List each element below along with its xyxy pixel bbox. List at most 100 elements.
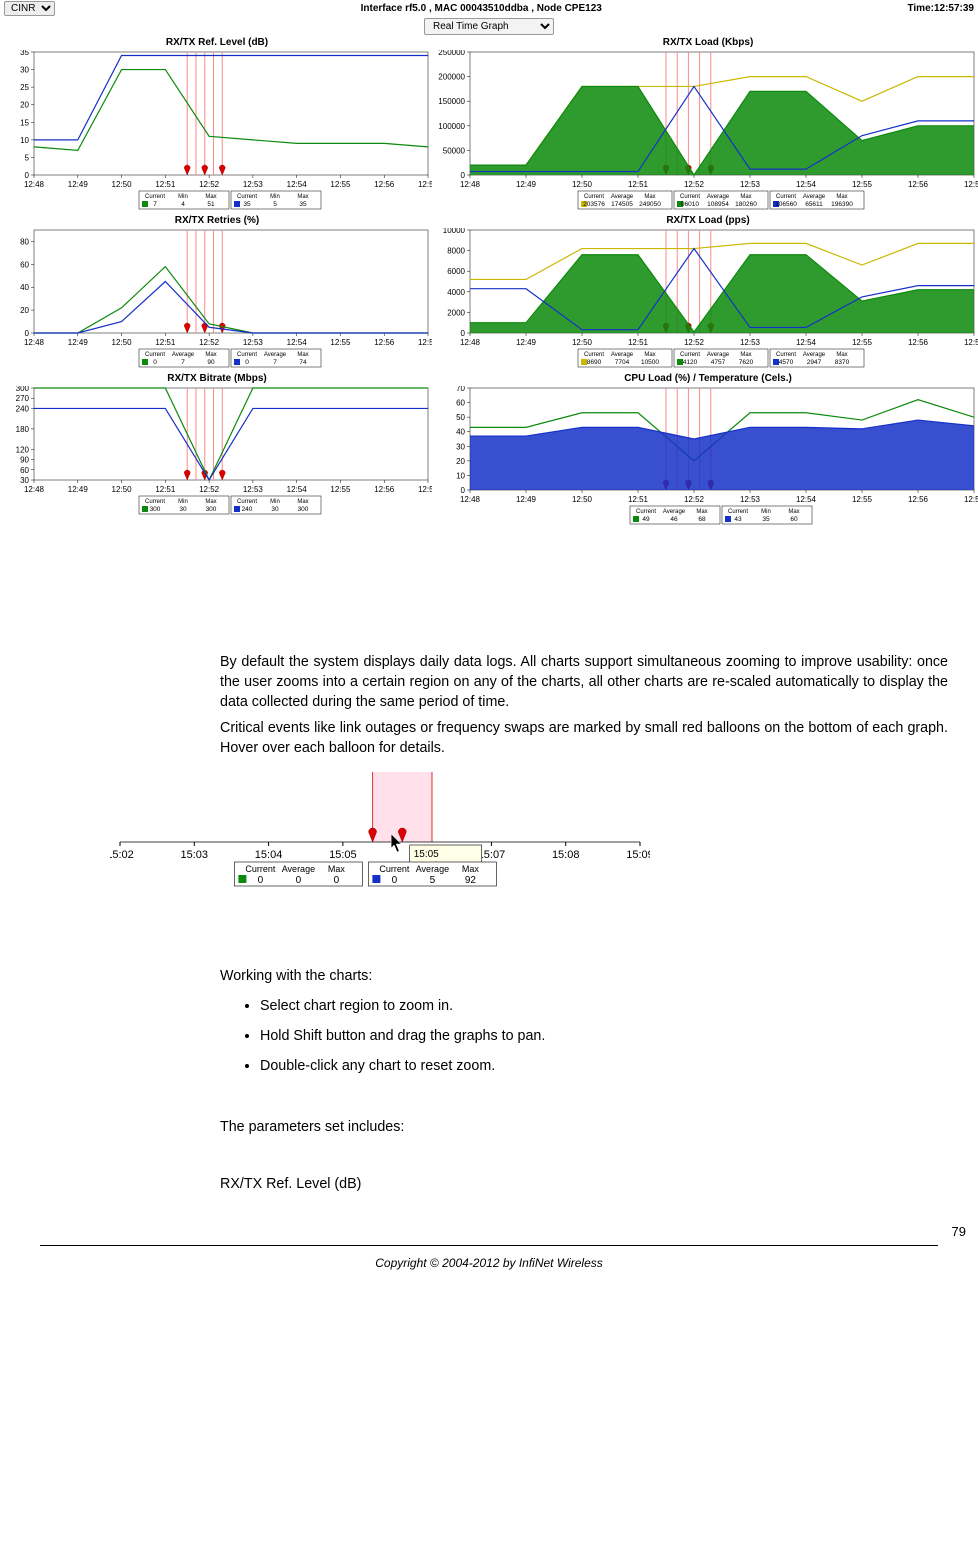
chart-load-kbps[interactable]: RX/TX Load (Kbps) 0500001000001500002000…	[438, 37, 978, 215]
svg-text:12:49: 12:49	[68, 180, 89, 189]
svg-text:12:48: 12:48	[460, 338, 481, 347]
svg-text:12:56: 12:56	[374, 180, 395, 189]
chart-retries[interactable]: RX/TX Retries (%) 02040608012:4812:4912:…	[2, 215, 432, 373]
svg-text:12:55: 12:55	[852, 180, 873, 189]
svg-text:12:51: 12:51	[155, 485, 176, 494]
svg-text:7620: 7620	[739, 359, 754, 366]
svg-text:12:51: 12:51	[628, 495, 649, 504]
svg-text:Max: Max	[836, 194, 847, 200]
svg-text:12:54: 12:54	[287, 180, 308, 189]
svg-text:0: 0	[25, 171, 30, 180]
svg-text:300: 300	[16, 386, 30, 393]
svg-text:Current: Current	[145, 194, 165, 200]
graph-mode-select[interactable]: Real Time Graph	[424, 18, 554, 35]
svg-text:Min: Min	[270, 499, 280, 505]
svg-text:270: 270	[16, 394, 30, 403]
svg-text:4000: 4000	[447, 288, 465, 297]
svg-text:12:56: 12:56	[908, 338, 929, 347]
svg-text:30: 30	[20, 66, 29, 75]
svg-text:7: 7	[181, 359, 185, 366]
svg-text:12:52: 12:52	[199, 338, 220, 347]
svg-text:Max: Max	[205, 499, 216, 505]
svg-text:12:56: 12:56	[374, 338, 395, 347]
svg-text:0: 0	[25, 329, 30, 338]
svg-text:20: 20	[20, 101, 29, 110]
svg-text:Current: Current	[636, 509, 656, 515]
svg-text:15:04: 15:04	[255, 849, 283, 861]
chart-bitrate[interactable]: RX/TX Bitrate (Mbps) 3060901201802402703…	[2, 373, 432, 526]
svg-text:Average: Average	[282, 864, 315, 874]
svg-text:Current: Current	[145, 499, 165, 505]
svg-text:12:54: 12:54	[796, 495, 817, 504]
svg-text:12:56: 12:56	[908, 495, 929, 504]
svg-text:50: 50	[456, 413, 465, 422]
time-label: Time:12:57:39	[907, 3, 974, 14]
graph-mode-bar: Real Time Graph	[0, 16, 978, 35]
svg-text:0: 0	[153, 359, 157, 366]
list-item: Select chart region to zoom in.	[260, 996, 948, 1016]
chart-ref-level[interactable]: RX/TX Ref. Level (dB) 0510152025303512:4…	[2, 37, 432, 215]
svg-text:12:48: 12:48	[460, 180, 481, 189]
svg-text:35: 35	[20, 50, 29, 57]
chart-load-pps[interactable]: RX/TX Load (pps) 02000400060008000100001…	[438, 215, 978, 373]
chart-cpu-temp[interactable]: CPU Load (%) / Temperature (Cels.) 01020…	[438, 373, 978, 526]
svg-text:Max: Max	[328, 864, 346, 874]
svg-text:0: 0	[461, 486, 466, 495]
svg-text:Max: Max	[644, 194, 655, 200]
svg-text:15:03: 15:03	[181, 849, 209, 861]
svg-text:Max: Max	[462, 864, 480, 874]
svg-text:68: 68	[698, 516, 706, 523]
svg-text:200000: 200000	[438, 73, 465, 82]
svg-text:Current: Current	[245, 864, 276, 874]
svg-text:60: 60	[20, 260, 29, 269]
svg-text:Current: Current	[145, 352, 165, 358]
svg-text:12:51: 12:51	[628, 180, 649, 189]
svg-text:120: 120	[16, 445, 30, 454]
svg-text:300: 300	[150, 506, 161, 513]
svg-text:7704: 7704	[615, 359, 630, 366]
svg-text:5: 5	[25, 153, 30, 162]
svg-text:12:51: 12:51	[155, 180, 176, 189]
svg-text:15:08: 15:08	[552, 849, 580, 861]
svg-text:Max: Max	[740, 352, 751, 358]
svg-text:12:48: 12:48	[460, 495, 481, 504]
svg-text:12:57: 12:57	[964, 495, 978, 504]
svg-text:12:50: 12:50	[112, 485, 133, 494]
svg-text:46: 46	[670, 516, 678, 523]
svg-text:Max: Max	[297, 352, 308, 358]
svg-text:10000: 10000	[443, 228, 466, 235]
svg-text:35: 35	[243, 201, 251, 208]
svg-text:2947: 2947	[807, 359, 822, 366]
svg-text:12:52: 12:52	[684, 495, 705, 504]
svg-text:12:55: 12:55	[852, 495, 873, 504]
svg-text:15: 15	[20, 118, 29, 127]
svg-text:12:55: 12:55	[330, 180, 351, 189]
svg-text:0: 0	[461, 171, 466, 180]
svg-text:30: 30	[271, 506, 279, 513]
svg-text:12:56: 12:56	[374, 485, 395, 494]
svg-text:174505: 174505	[611, 201, 633, 208]
svg-text:5: 5	[273, 201, 277, 208]
svg-text:Average: Average	[172, 352, 195, 358]
header-bar: CINR Interface rf5.0 , MAC 00043510ddba …	[0, 0, 978, 16]
svg-text:12:53: 12:53	[243, 485, 264, 494]
svg-text:Average: Average	[707, 194, 730, 200]
svg-text:49: 49	[642, 516, 650, 523]
svg-text:Average: Average	[264, 352, 287, 358]
list-item: Hold Shift button and drag the graphs to…	[260, 1026, 948, 1046]
svg-text:108954: 108954	[707, 201, 729, 208]
svg-text:Max: Max	[696, 509, 707, 515]
page-number: 79	[0, 1224, 966, 1239]
instructions-list: Select chart region to zoom in. Hold Shi…	[260, 996, 948, 1076]
svg-text:60: 60	[790, 516, 798, 523]
chart-title: RX/TX Load (pps)	[438, 215, 978, 226]
svg-text:15:05: 15:05	[414, 849, 439, 860]
svg-text:Current: Current	[776, 194, 796, 200]
svg-text:150000: 150000	[438, 97, 465, 106]
svg-text:43: 43	[734, 516, 742, 523]
svg-text:Min: Min	[178, 194, 188, 200]
axis-mode-select[interactable]: CINR	[4, 1, 55, 16]
svg-text:30: 30	[179, 506, 187, 513]
chart-title: CPU Load (%) / Temperature (Cels.)	[438, 373, 978, 384]
svg-text:12:56: 12:56	[908, 180, 929, 189]
